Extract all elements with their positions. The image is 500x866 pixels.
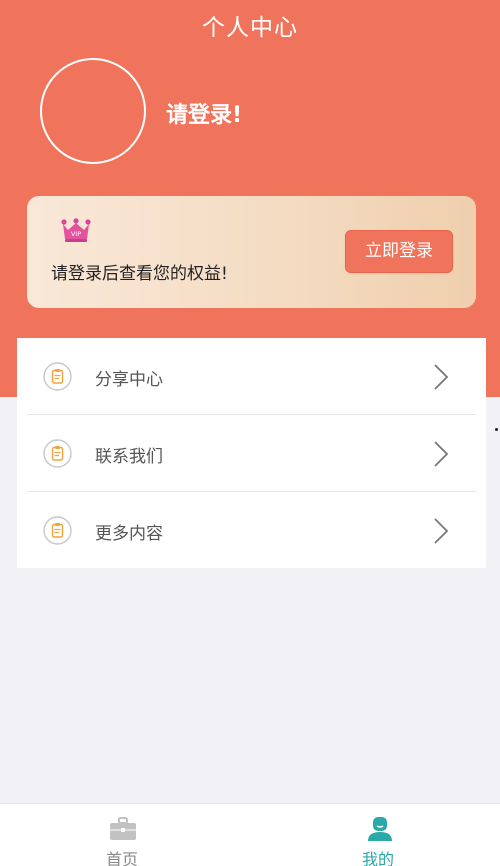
user-icon xyxy=(368,817,392,841)
login-now-button[interactable]: 立即登录 xyxy=(345,230,453,273)
menu-list: 分享中心 联系我们 更多内容 xyxy=(17,338,486,568)
scroll-indicator xyxy=(495,428,498,431)
menu-item-label: 分享中心 xyxy=(95,370,163,390)
avatar[interactable] xyxy=(40,58,146,164)
clipboard-icon xyxy=(43,362,72,391)
vip-badge-text: VIP xyxy=(71,230,81,238)
menu-item-contact-us[interactable]: 联系我们 xyxy=(17,415,486,492)
login-prompt[interactable]: 请登录! xyxy=(166,97,242,129)
menu-item-label: 联系我们 xyxy=(95,447,163,467)
menu-item-label: 更多内容 xyxy=(95,524,163,544)
tab-bar: 首页 我的 xyxy=(0,803,500,866)
vip-message: 请登录后查看您的权益! xyxy=(51,264,228,284)
clipboard-icon xyxy=(43,439,72,468)
tab-label: 首页 xyxy=(106,850,139,866)
chevron-right-icon xyxy=(434,441,449,467)
menu-item-more-content[interactable]: 更多内容 xyxy=(17,492,486,569)
tab-label: 我的 xyxy=(362,850,395,866)
tab-mine[interactable]: 我的 xyxy=(250,804,500,866)
tab-home[interactable]: 首页 xyxy=(0,804,250,866)
vip-card: VIP 请登录后查看您的权益! 立即登录 xyxy=(27,196,476,308)
chevron-right-icon xyxy=(434,518,449,544)
menu-item-share-center[interactable]: 分享中心 xyxy=(17,338,486,415)
crown-vip-icon: VIP xyxy=(61,218,91,242)
page-title: 个人中心 xyxy=(202,15,298,41)
chevron-right-icon xyxy=(434,364,449,390)
clipboard-icon xyxy=(43,516,72,545)
briefcase-icon xyxy=(110,817,136,840)
